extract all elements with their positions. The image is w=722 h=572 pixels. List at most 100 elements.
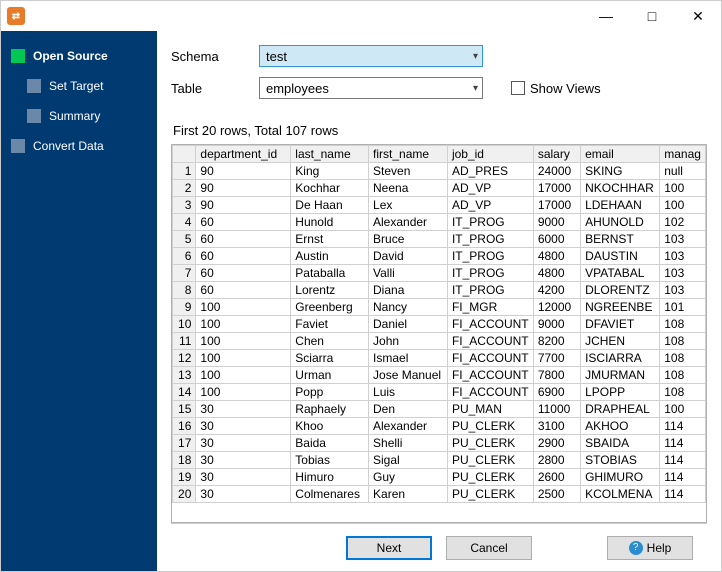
cell: 100 [196,333,291,350]
table-row[interactable]: 12100SciarraIsmaelFI_ACCOUNT7700ISCIARRA… [173,350,706,367]
minimize-button[interactable]: — [583,1,629,31]
column-header[interactable]: manag [660,146,706,163]
cell: NGREENBE [581,299,660,316]
step-label: Set Target [49,79,103,93]
schema-select[interactable]: test ▾ [259,45,483,67]
table-row[interactable]: 660AustinDavidIT_PROG4800DAUSTIN103 [173,248,706,265]
cell: 3100 [533,418,580,435]
table-row[interactable]: 14100PoppLuisFI_ACCOUNT6900LPOPP108 [173,384,706,401]
step-label: Summary [49,109,100,123]
cell: 90 [196,163,291,180]
cell: 114 [660,486,706,503]
row-number: 5 [173,231,196,248]
table-row[interactable]: 460HunoldAlexanderIT_PROG9000AHUNOLD102 [173,214,706,231]
cell: 30 [196,401,291,418]
cell: Guy [369,469,448,486]
cell: FI_ACCOUNT [447,384,533,401]
cell: Daniel [369,316,448,333]
cell: FI_MGR [447,299,533,316]
cell: LDEHAAN [581,197,660,214]
cell: 108 [660,367,706,384]
cell: Lorentz [291,282,369,299]
table-row[interactable]: 190KingStevenAD_PRES24000SKINGnull [173,163,706,180]
table-row[interactable]: 11100ChenJohnFI_ACCOUNT8200JCHEN108 [173,333,706,350]
cell: 17000 [533,180,580,197]
cell: 108 [660,350,706,367]
cell: STOBIAS [581,452,660,469]
row-number: 20 [173,486,196,503]
wizard-step-summary[interactable]: Summary [1,103,157,129]
row-number: 7 [173,265,196,282]
cell: DFAVIET [581,316,660,333]
column-header[interactable]: job_id [447,146,533,163]
cell: LPOPP [581,384,660,401]
cell: Ismael [369,350,448,367]
cell: 102 [660,214,706,231]
cell: Kochhar [291,180,369,197]
table-row[interactable]: 9100GreenbergNancyFI_MGR12000NGREENBE101 [173,299,706,316]
cell: Alexander [369,418,448,435]
cell: IT_PROG [447,282,533,299]
cell: 30 [196,486,291,503]
cell: JCHEN [581,333,660,350]
table-row[interactable]: 10100FavietDanielFI_ACCOUNT9000DFAVIET10… [173,316,706,333]
cell: Baida [291,435,369,452]
cell: Bruce [369,231,448,248]
cell: PU_MAN [447,401,533,418]
cell: DAUSTIN [581,248,660,265]
column-header[interactable]: first_name [369,146,448,163]
cell: NKOCHHAR [581,180,660,197]
cell: IT_PROG [447,265,533,282]
cell: 24000 [533,163,580,180]
cancel-button[interactable]: Cancel [446,536,532,560]
show-views-checkbox[interactable]: Show Views [511,81,601,96]
table-row[interactable]: 1630KhooAlexanderPU_CLERK3100AKHOO114 [173,418,706,435]
step-label: Convert Data [33,139,104,153]
cell: 60 [196,265,291,282]
table-row[interactable]: 390De HaanLexAD_VP17000LDEHAAN100 [173,197,706,214]
cell: Ernst [291,231,369,248]
cell: 114 [660,452,706,469]
data-table-scroll[interactable]: department_idlast_namefirst_namejob_idsa… [171,144,707,523]
cell: 11000 [533,401,580,418]
column-header[interactable]: department_id [196,146,291,163]
window-controls: — □ ✕ [583,1,721,31]
table-row[interactable]: 1730BaidaShelliPU_CLERK2900SBAIDA114 [173,435,706,452]
table-row[interactable]: 760PataballaValliIT_PROG4800VPATABAL103 [173,265,706,282]
column-header[interactable]: salary [533,146,580,163]
cell: FI_ACCOUNT [447,316,533,333]
row-number: 6 [173,248,196,265]
table-row[interactable]: 1930HimuroGuyPU_CLERK2600GHIMURO114 [173,469,706,486]
column-header[interactable]: last_name [291,146,369,163]
table-row[interactable]: 13100UrmanJose ManuelFI_ACCOUNT7800JMURM… [173,367,706,384]
cell: 30 [196,418,291,435]
table-row[interactable]: 1530RaphaelyDenPU_MAN11000DRAPHEAL100 [173,401,706,418]
cell: Diana [369,282,448,299]
row-number: 8 [173,282,196,299]
wizard-step-open-source[interactable]: Open Source [1,43,157,69]
cell: PU_CLERK [447,435,533,452]
cell: null [660,163,706,180]
table-row[interactable]: 2030ColmenaresKarenPU_CLERK2500KCOLMENA1… [173,486,706,503]
cell: 4800 [533,265,580,282]
wizard-step-set-target[interactable]: Set Target [1,73,157,99]
close-button[interactable]: ✕ [675,1,721,31]
cell: Sciarra [291,350,369,367]
cell: Greenberg [291,299,369,316]
table-row[interactable]: 860LorentzDianaIT_PROG4200DLORENTZ103 [173,282,706,299]
row-number: 12 [173,350,196,367]
show-views-label: Show Views [530,81,601,96]
cell: Den [369,401,448,418]
cell: AHUNOLD [581,214,660,231]
step-marker-icon [11,139,25,153]
help-button[interactable]: ? Help [607,536,693,560]
help-icon: ? [629,541,643,555]
maximize-button[interactable]: □ [629,1,675,31]
table-select[interactable]: employees ▾ [259,77,483,99]
column-header[interactable]: email [581,146,660,163]
table-row[interactable]: 1830TobiasSigalPU_CLERK2800STOBIAS114 [173,452,706,469]
table-row[interactable]: 560ErnstBruceIT_PROG6000BERNST103 [173,231,706,248]
table-row[interactable]: 290KochharNeenaAD_VP17000NKOCHHAR100 [173,180,706,197]
next-button[interactable]: Next [346,536,432,560]
wizard-step-convert-data[interactable]: Convert Data [1,133,157,159]
